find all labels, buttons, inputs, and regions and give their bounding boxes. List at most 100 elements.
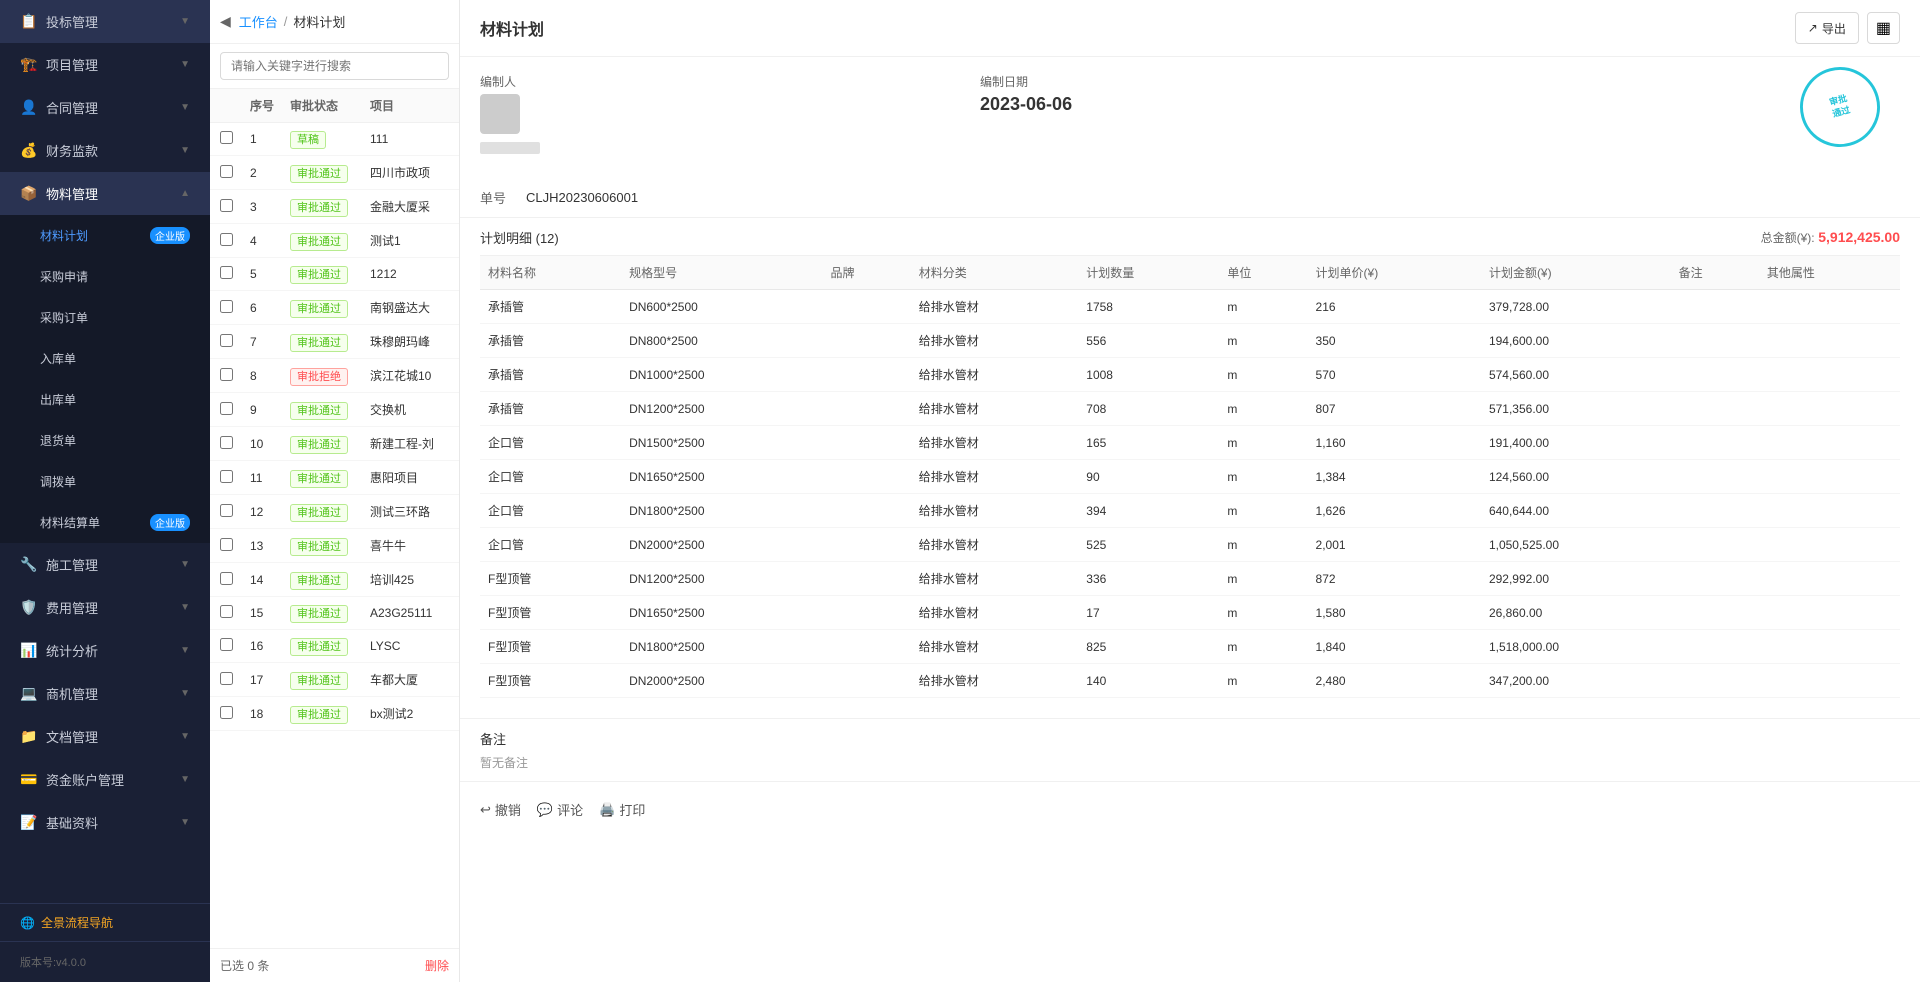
sidebar-item-return[interactable]: 退货单: [0, 420, 210, 461]
comment-button[interactable]: 💬 评论: [537, 796, 583, 823]
sidebar-item-purchase-apply[interactable]: 采购申请: [0, 256, 210, 297]
revoke-button[interactable]: ↩ 撤销: [480, 796, 521, 823]
sidebar-item-stats[interactable]: 📊 统计分析 ▼: [0, 629, 210, 672]
detail-cell: 1,160: [1308, 426, 1481, 460]
breadcrumb-current: 材料计划: [293, 12, 345, 31]
list-item[interactable]: 2 审批通过 四川市政项: [210, 156, 459, 190]
delete-button[interactable]: 删除: [425, 957, 449, 974]
detail-title-text: 计划明细 (12): [480, 231, 559, 246]
detail-cell: DN1200*2500: [621, 562, 822, 596]
detail-cell: 给排水管材: [911, 358, 1079, 392]
list-item[interactable]: 10 审批通过 新建工程-刘: [210, 427, 459, 461]
list-item[interactable]: 12 审批通过 测试三环路: [210, 495, 459, 529]
sidebar-item-outbound[interactable]: 出库单: [0, 379, 210, 420]
row-checkbox[interactable]: [220, 368, 233, 381]
editor-label: 编制人: [480, 73, 540, 90]
sidebar-item-purchase-order[interactable]: 采购订单: [0, 297, 210, 338]
row-checkbox[interactable]: [220, 436, 233, 449]
row-checkbox[interactable]: [220, 266, 233, 279]
sidebar-item-docs[interactable]: 📁 文档管理 ▼: [0, 715, 210, 758]
chevron-icon: ▼: [180, 817, 190, 828]
detail-cell: [1671, 392, 1759, 426]
account-icon: 💳: [20, 771, 38, 788]
detail-cell: 企口管: [480, 460, 621, 494]
row-checkbox[interactable]: [220, 300, 233, 313]
row-checkbox[interactable]: [220, 131, 233, 144]
list-item[interactable]: 4 审批通过 测试1: [210, 224, 459, 258]
detail-cell: 1,050,525.00: [1481, 528, 1671, 562]
detail-cell: [823, 460, 911, 494]
search-input[interactable]: [220, 52, 449, 80]
sidebar-item-bidding[interactable]: 📋 投标管理 ▼: [0, 0, 210, 43]
list-item[interactable]: 13 审批通过 喜牛牛: [210, 529, 459, 563]
row-id: 9: [250, 403, 290, 417]
detail-cell: [1671, 358, 1759, 392]
sidebar-item-computer[interactable]: 💻 商机管理 ▼: [0, 672, 210, 715]
sidebar-sub-label: 采购订单: [40, 309, 190, 326]
list-item[interactable]: 1 草稿 111: [210, 123, 459, 156]
sidebar-item-transfer[interactable]: 调拨单: [0, 461, 210, 502]
sidebar-item-account[interactable]: 💳 资金账户管理 ▼: [0, 758, 210, 801]
print-button[interactable]: 🖨️ 打印: [599, 796, 645, 823]
detail-cell: 给排水管材: [911, 528, 1079, 562]
contract-icon: 👤: [20, 99, 38, 116]
row-id: 7: [250, 335, 290, 349]
row-project: 珠穆朗玛峰: [370, 333, 449, 350]
row-status: 审批通过: [290, 572, 370, 588]
detail-cell: 379,728.00: [1481, 290, 1671, 324]
list-item[interactable]: 6 审批通过 南钢盛达大: [210, 291, 459, 325]
list-item[interactable]: 9 审批通过 交换机: [210, 393, 459, 427]
selected-count: 已选 0 条: [220, 957, 269, 974]
detail-cell: [1759, 664, 1900, 698]
row-checkbox[interactable]: [220, 706, 233, 719]
row-checkbox[interactable]: [220, 199, 233, 212]
row-checkbox[interactable]: [220, 605, 233, 618]
sidebar-item-project[interactable]: 🏗️ 项目管理 ▼: [0, 43, 210, 86]
list-item[interactable]: 18 审批通过 bx测试2: [210, 697, 459, 731]
list-item[interactable]: 17 审批通过 车都大厦: [210, 663, 459, 697]
row-checkbox[interactable]: [220, 572, 233, 585]
sidebar-item-contract[interactable]: 👤 合同管理 ▼: [0, 86, 210, 129]
sidebar-item-construction[interactable]: 🔧 施工管理 ▼: [0, 543, 210, 586]
row-checkbox[interactable]: [220, 470, 233, 483]
list-item[interactable]: 7 审批通过 珠穆朗玛峰: [210, 325, 459, 359]
export-button[interactable]: ↗ 导出: [1795, 12, 1859, 44]
row-checkbox[interactable]: [220, 402, 233, 415]
detail-cell: [1759, 324, 1900, 358]
detail-cell: 1,840: [1308, 630, 1481, 664]
sidebar-sub-label: 调拨单: [40, 473, 190, 490]
revoke-icon: ↩: [480, 802, 491, 818]
sidebar-item-basic[interactable]: 📝 基础资料 ▼: [0, 801, 210, 844]
row-checkbox[interactable]: [220, 504, 233, 517]
list-item[interactable]: 16 审批通过 LYSC: [210, 630, 459, 663]
sidebar-item-finance[interactable]: 💰 财务监款 ▼: [0, 129, 210, 172]
list-item[interactable]: 8 审批拒绝 滨江花城10: [210, 359, 459, 393]
sidebar-item-material[interactable]: 📦 物料管理 ▲: [0, 172, 210, 215]
list-item[interactable]: 15 审批通过 A23G25111: [210, 597, 459, 630]
breadcrumb-workbench[interactable]: 工作台: [239, 12, 278, 31]
sidebar-item-inbound[interactable]: 入库单: [0, 338, 210, 379]
detail-cell: 给排水管材: [911, 596, 1079, 630]
row-status: 审批通过: [290, 672, 370, 688]
row-checkbox[interactable]: [220, 165, 233, 178]
row-id: 5: [250, 267, 290, 281]
nav-footer[interactable]: 🌐 全景流程导航: [0, 903, 210, 941]
collapse-button[interactable]: ◀: [220, 13, 231, 30]
detail-col-header: 材料名称: [480, 256, 621, 290]
list-item[interactable]: 11 审批通过 惠阳项目: [210, 461, 459, 495]
row-checkbox[interactable]: [220, 638, 233, 651]
list-item[interactable]: 5 审批通过 1212: [210, 258, 459, 291]
qr-button[interactable]: ▦: [1867, 12, 1900, 44]
detail-cell: [1759, 392, 1900, 426]
sidebar-item-expense[interactable]: 🛡️ 费用管理 ▼: [0, 586, 210, 629]
row-checkbox[interactable]: [220, 672, 233, 685]
list-item[interactable]: 3 审批通过 金融大厦采: [210, 190, 459, 224]
detail-cell: m: [1219, 290, 1307, 324]
avatar: [480, 94, 520, 134]
sidebar-item-material-settle[interactable]: 材料结算单 企业版: [0, 502, 210, 543]
sidebar-item-material-plan[interactable]: 材料计划 企业版: [0, 215, 210, 256]
list-item[interactable]: 14 审批通过 培训425: [210, 563, 459, 597]
row-checkbox[interactable]: [220, 538, 233, 551]
row-checkbox[interactable]: [220, 233, 233, 246]
row-checkbox[interactable]: [220, 334, 233, 347]
